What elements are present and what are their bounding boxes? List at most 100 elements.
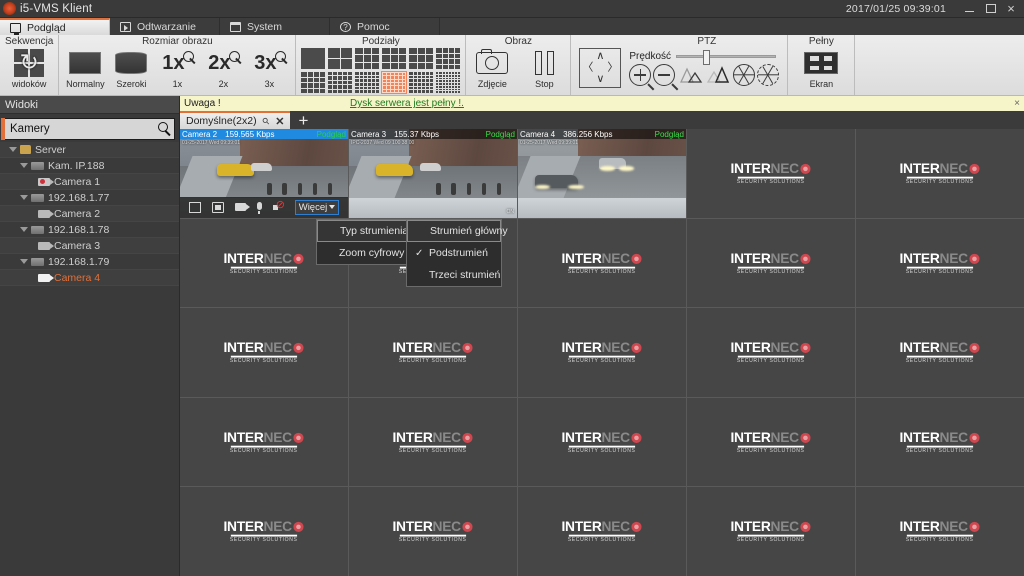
ptz-speed-control[interactable]: Prędkość	[629, 49, 779, 65]
ptz-right-icon[interactable]: 〉	[607, 62, 618, 74]
image-size-normal-button[interactable]: Normalny	[64, 48, 106, 89]
stop-icon[interactable]	[188, 201, 201, 213]
add-tab-button[interactable]: +	[290, 111, 316, 129]
chevron-down-icon[interactable]	[19, 257, 28, 266]
layout-button-11[interactable]	[409, 72, 434, 93]
video-tile[interactable]: INTERNECSECURITY SOLUTIONS	[349, 487, 517, 576]
minimize-button[interactable]	[958, 0, 980, 18]
zoom-1x-button[interactable]: 1x 1x	[156, 48, 198, 89]
tab-odtwarzanie[interactable]: Odtwarzanie	[110, 18, 220, 35]
layout-button-12[interactable]	[436, 72, 461, 93]
video-tile[interactable]: 01-25-2017 Wed 09:39:01 Camera 4 386.256 K…	[518, 129, 686, 218]
logo-dot-icon	[463, 522, 474, 533]
video-tile[interactable]: INTERNECSECURITY SOLUTIONS	[349, 397, 517, 487]
camera-search-box[interactable]	[1, 118, 175, 140]
video-tile[interactable]: INTERNECSECURITY SOLUTIONS	[180, 308, 348, 397]
video-tile[interactable]: INTERNECSECURITY SOLUTIONS	[856, 218, 1024, 308]
logo-tagline: SECURITY SOLUTIONS	[906, 268, 974, 275]
video-tile[interactable]: INTERNECSECURITY SOLUTIONS	[856, 129, 1024, 218]
tab-podglad[interactable]: Podgląd	[0, 18, 110, 35]
tree-item-192-168-1-78[interactable]: 192.168.1.78	[0, 222, 179, 238]
layout-button-8[interactable]	[328, 72, 353, 93]
zoom-2x-button[interactable]: 2x 2x	[202, 48, 244, 89]
video-tile[interactable]: INTERNECSECURITY SOLUTIONS	[856, 397, 1024, 487]
ptz-speed-slider[interactable]	[676, 49, 777, 65]
video-tile[interactable]: INTERNECSECURITY SOLUTIONS	[180, 397, 348, 487]
video-tile[interactable]: INTERNECSECURITY SOLUTIONS	[687, 308, 855, 397]
ptz-direction-pad[interactable]: ∧ ∨ 〈 〉	[579, 48, 622, 88]
ptz-focus-far-icon[interactable]	[705, 64, 731, 86]
layout-button-4[interactable]	[382, 48, 407, 69]
fullscreen-button[interactable]: Ekran	[793, 48, 849, 89]
video-tile[interactable]: INTERNECSECURITY SOLUTIONS	[180, 487, 348, 576]
tab-system[interactable]: System	[220, 18, 330, 35]
pin-icon[interactable]: ⚲	[260, 115, 272, 127]
notice-close-icon[interactable]: ×	[1014, 98, 1020, 109]
video-tile[interactable]: INTERNECSECURITY SOLUTIONS	[687, 397, 855, 487]
speaker-muted-icon[interactable]	[272, 200, 285, 213]
notice-message-link[interactable]: Dysk serwera jest pełny !.	[350, 98, 464, 109]
microphone-icon[interactable]	[256, 202, 262, 215]
ptz-down-icon[interactable]: ∨	[596, 74, 604, 85]
layout-button-10[interactable]	[381, 71, 408, 94]
close-button[interactable]: ×	[1002, 0, 1024, 18]
snapshot-button[interactable]: Zdjęcie	[471, 48, 513, 89]
tree-item-192-168-1-77[interactable]: 192.168.1.77	[0, 190, 179, 206]
layout-button-5[interactable]	[409, 48, 434, 69]
ptz-iris-close-icon[interactable]	[757, 63, 780, 86]
submenu-item-sub-stream[interactable]: ✓ Podstrumień	[407, 242, 501, 264]
submenu-item-main-stream[interactable]: Strumień główny	[407, 220, 508, 242]
chevron-down-icon[interactable]	[19, 161, 28, 170]
layout-button-6[interactable]	[436, 48, 461, 69]
ptz-left-icon[interactable]: 〈	[582, 62, 593, 74]
layout-button-9[interactable]	[355, 72, 380, 93]
video-tile[interactable]: INTERNECSECURITY SOLUTIONS	[687, 129, 855, 218]
video-tile[interactable]: INTERNECSECURITY SOLUTIONS	[856, 487, 1024, 576]
maximize-button[interactable]	[980, 0, 1002, 18]
ptz-focus-near-icon[interactable]	[677, 64, 703, 86]
video-tile[interactable]: INTERNECSECURITY SOLUTIONS	[518, 218, 686, 308]
tree-item-camera-1[interactable]: Camera 1	[0, 174, 179, 190]
ptz-up-icon[interactable]: ∧	[596, 51, 604, 62]
video-tile[interactable]: INTERNECSECURITY SOLUTIONS	[856, 308, 1024, 397]
sequence-views-button[interactable]: widoków	[8, 48, 50, 89]
layout-button-3[interactable]	[355, 48, 380, 69]
ptz-zoom-out-icon[interactable]	[653, 63, 679, 91]
ptz-speed-thumb[interactable]	[703, 49, 711, 65]
tree-item-server[interactable]: Server	[0, 142, 179, 158]
video-tile[interactable]: INTERNECSECURITY SOLUTIONS	[687, 487, 855, 576]
layout-button-2[interactable]	[328, 48, 353, 69]
video-tile[interactable]: IPC-2037 Wed 09 100 38 00 ON Camera 3 155.3…	[349, 129, 517, 218]
zoom-3x-button[interactable]: 3x 3x	[248, 48, 290, 89]
video-tile[interactable]: INTERNECSECURITY SOLUTIONS	[518, 487, 686, 576]
tree-item-camera-2[interactable]: Camera 2	[0, 206, 179, 222]
ptz-zoom-in-icon[interactable]	[629, 63, 655, 91]
image-size-wide-button[interactable]: Szeroki	[110, 48, 152, 89]
video-tile[interactable]: INTERNECSECURITY SOLUTIONS	[518, 397, 686, 487]
pedestrian	[282, 183, 287, 195]
search-icon[interactable]	[158, 122, 168, 132]
chevron-down-icon[interactable]	[8, 145, 17, 154]
video-tile[interactable]: INTERNECSECURITY SOLUTIONS	[687, 218, 855, 308]
submenu-item-third-stream[interactable]: Trzeci strumień	[407, 264, 501, 286]
video-tile[interactable]: 01-25-2017 Wed 09:39:01 Camera 2 159.565 K…	[180, 129, 348, 218]
close-tab-icon[interactable]: ✕	[275, 115, 284, 128]
layout-button-1[interactable]	[301, 48, 326, 69]
search-input[interactable]	[5, 123, 150, 135]
layout-button-7[interactable]	[301, 72, 326, 93]
tree-item-kam-ip-188[interactable]: Kam. IP.188	[0, 158, 179, 174]
tree-item-camera-4[interactable]: Camera 4	[0, 270, 179, 286]
tab-pomoc[interactable]: ? Pomoc	[330, 18, 440, 35]
record-camera-icon[interactable]	[234, 203, 250, 212]
tree-item-camera-3[interactable]: Camera 3	[0, 238, 179, 254]
chevron-down-icon[interactable]	[19, 225, 28, 234]
chevron-down-icon[interactable]	[19, 193, 28, 202]
stop-button[interactable]: Stop	[523, 48, 565, 89]
snapshot-icon[interactable]	[211, 201, 224, 213]
video-tile[interactable]: INTERNECSECURITY SOLUTIONS	[518, 308, 686, 397]
ptz-iris-open-icon[interactable]	[733, 63, 756, 86]
video-tile[interactable]: INTERNECSECURITY SOLUTIONS	[349, 308, 517, 397]
view-tab-default[interactable]: Domyślne(2x2) ⚲ ✕	[180, 111, 291, 129]
tree-item-192-168-1-79[interactable]: 192.168.1.79	[0, 254, 179, 270]
more-button[interactable]: Więcej	[294, 199, 340, 215]
